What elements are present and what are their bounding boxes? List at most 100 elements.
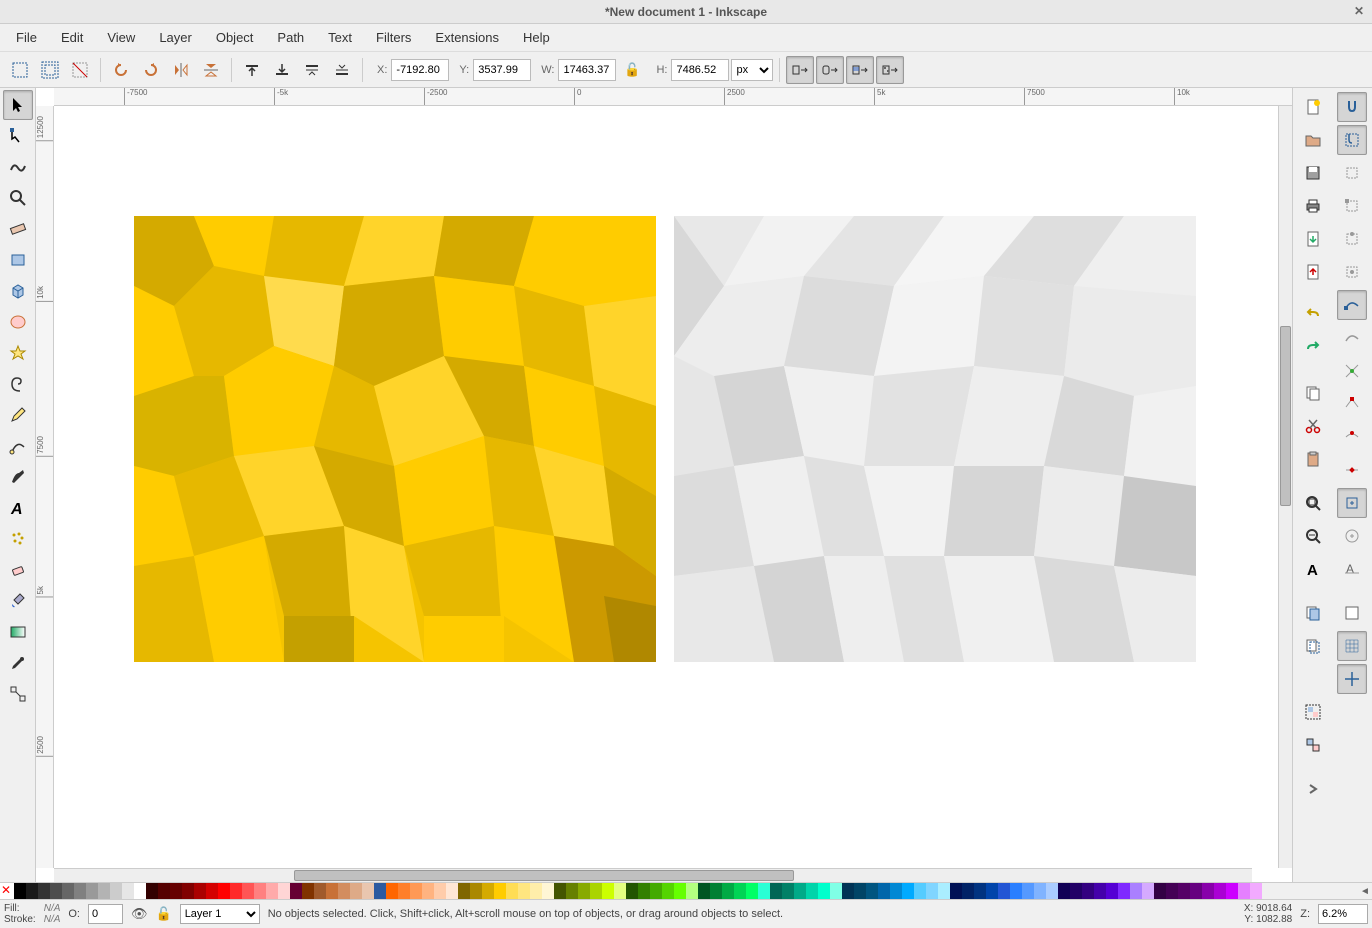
color-swatch[interactable] (398, 883, 410, 899)
color-swatch[interactable] (614, 883, 626, 899)
layer-visibility-icon[interactable]: 👁 (131, 906, 148, 922)
select-all-icon[interactable] (36, 56, 64, 84)
snap-object-center-icon[interactable] (1337, 488, 1367, 518)
raise-bottom-icon[interactable] (238, 56, 266, 84)
undo-icon[interactable] (1298, 301, 1328, 331)
flip-v-icon[interactable] (197, 56, 225, 84)
menu-layer[interactable]: Layer (149, 26, 202, 49)
color-swatch[interactable] (278, 883, 290, 899)
color-swatch[interactable] (350, 883, 362, 899)
connector-tool-icon[interactable] (3, 679, 33, 709)
snap-smooth-node-icon[interactable] (1337, 422, 1367, 452)
color-swatch[interactable] (14, 883, 26, 899)
color-swatch[interactable] (638, 883, 650, 899)
color-swatch[interactable] (1094, 883, 1106, 899)
zoom-fit-icon[interactable] (1298, 488, 1328, 518)
color-swatch[interactable] (566, 883, 578, 899)
color-swatch[interactable] (1214, 883, 1226, 899)
h-ruler[interactable]: -7500-5k-2500025005k750010k (54, 88, 1292, 106)
color-swatch[interactable] (146, 883, 158, 899)
circle-tool-icon[interactable] (3, 307, 33, 337)
snap-cusp-node-icon[interactable] (1337, 389, 1367, 419)
snap-bbox-midpoint-icon[interactable] (1337, 224, 1367, 254)
color-swatch[interactable] (338, 883, 350, 899)
spray-tool-icon[interactable] (3, 524, 33, 554)
palette-menu-icon[interactable]: ◄ (1358, 886, 1372, 897)
pencil-tool-icon[interactable] (3, 400, 33, 430)
color-swatch[interactable] (98, 883, 110, 899)
color-swatch[interactable] (386, 883, 398, 899)
color-swatch[interactable] (134, 883, 146, 899)
star-tool-icon[interactable] (3, 338, 33, 368)
menu-file[interactable]: File (6, 26, 47, 49)
calligraphy-tool-icon[interactable] (3, 462, 33, 492)
snap-rotation-center-icon[interactable] (1337, 521, 1367, 551)
no-color-swatch[interactable] (0, 883, 14, 899)
color-swatch[interactable] (734, 883, 746, 899)
color-swatch[interactable] (710, 883, 722, 899)
color-swatch[interactable] (1154, 883, 1166, 899)
color-swatch[interactable] (938, 883, 950, 899)
color-swatch[interactable] (986, 883, 998, 899)
color-swatch[interactable] (410, 883, 422, 899)
menu-extensions[interactable]: Extensions (425, 26, 509, 49)
gray-lowpoly-image[interactable] (674, 216, 1196, 662)
color-swatch[interactable] (74, 883, 86, 899)
color-swatch[interactable] (878, 883, 890, 899)
color-swatch[interactable] (218, 883, 230, 899)
color-swatch[interactable] (254, 883, 266, 899)
lower-bottom-icon[interactable] (268, 56, 296, 84)
canvas[interactable] (54, 106, 1278, 868)
snap-bbox-icon[interactable] (1337, 125, 1367, 155)
color-swatch[interactable] (38, 883, 50, 899)
scale-corners-icon[interactable] (816, 56, 844, 84)
cut-icon[interactable] (1298, 411, 1328, 441)
measure-tool-icon[interactable] (3, 214, 33, 244)
color-swatch[interactable] (890, 883, 902, 899)
group-icon[interactable] (1298, 697, 1328, 727)
box3d-tool-icon[interactable] (3, 276, 33, 306)
color-swatch[interactable] (122, 883, 134, 899)
color-swatch[interactable] (746, 883, 758, 899)
snap-bbox-edge-icon[interactable] (1337, 158, 1367, 188)
spiral-tool-icon[interactable] (3, 369, 33, 399)
menu-help[interactable]: Help (513, 26, 560, 49)
menu-filters[interactable]: Filters (366, 26, 421, 49)
color-swatch[interactable] (782, 883, 794, 899)
print-icon[interactable] (1298, 191, 1328, 221)
color-swatch[interactable] (806, 883, 818, 899)
paste-icon[interactable] (1298, 444, 1328, 474)
color-swatch[interactable] (602, 883, 614, 899)
color-swatch[interactable] (674, 883, 686, 899)
bucket-tool-icon[interactable] (3, 586, 33, 616)
color-swatch[interactable] (1166, 883, 1178, 899)
snap-page-border-icon[interactable] (1337, 598, 1367, 628)
color-swatch[interactable] (110, 883, 122, 899)
color-swatch[interactable] (1022, 883, 1034, 899)
color-swatch[interactable] (854, 883, 866, 899)
close-icon[interactable]: ✕ (1354, 4, 1364, 18)
color-swatch[interactable] (770, 883, 782, 899)
color-swatch[interactable] (506, 883, 518, 899)
color-swatch[interactable] (1118, 883, 1130, 899)
scale-pattern-icon[interactable] (876, 56, 904, 84)
color-swatch[interactable] (962, 883, 974, 899)
layer-lock-icon[interactable]: 🔓 (156, 906, 172, 922)
tweak-tool-icon[interactable] (3, 152, 33, 182)
snap-grid-icon[interactable] (1337, 631, 1367, 661)
color-swatch[interactable] (698, 883, 710, 899)
ungroup-icon[interactable] (1298, 730, 1328, 760)
snap-text-baseline-icon[interactable]: A (1337, 554, 1367, 584)
color-swatch[interactable] (314, 883, 326, 899)
w-input[interactable] (558, 59, 616, 81)
lower-icon[interactable] (328, 56, 356, 84)
snap-bbox-corner-icon[interactable] (1337, 191, 1367, 221)
color-swatch[interactable] (1034, 883, 1046, 899)
rect-tool-icon[interactable] (3, 245, 33, 275)
menu-text[interactable]: Text (318, 26, 362, 49)
vertical-scrollbar[interactable] (1278, 106, 1292, 868)
color-swatch[interactable] (1178, 883, 1190, 899)
color-swatch[interactable] (266, 883, 278, 899)
y-input[interactable] (473, 59, 531, 81)
color-swatch[interactable] (1238, 883, 1250, 899)
